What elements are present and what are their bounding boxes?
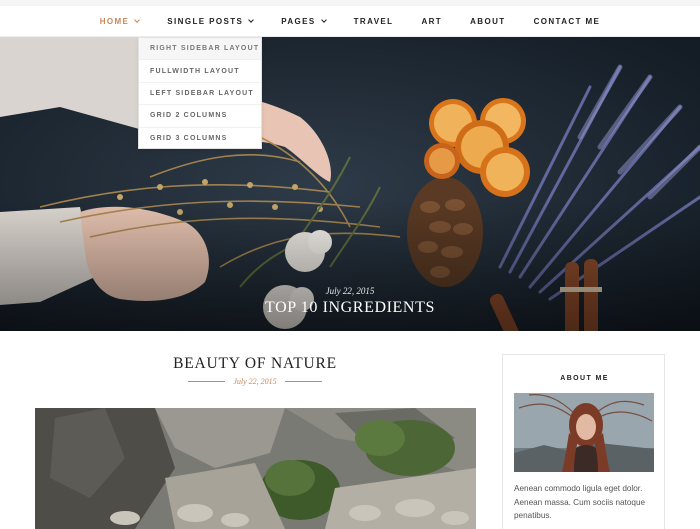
- widget-title: ABOUT ME: [560, 375, 609, 382]
- nav-item-art[interactable]: ART: [407, 17, 456, 26]
- main-menu: HOME SINGLE POSTS PAGES TRAVEL ART ABOUT…: [0, 6, 700, 37]
- nav-item-travel[interactable]: TRAVEL: [340, 17, 408, 26]
- nav-label: PAGES: [281, 17, 316, 26]
- chevron-down-icon: [248, 17, 255, 23]
- dropdown-item-left-sidebar-layout[interactable]: LEFT SIDEBAR LAYOUT: [139, 83, 261, 106]
- about-me-widget: ABOUT ME Aenean commodo ligula eget dolo…: [502, 354, 665, 529]
- nav-item-pages[interactable]: PAGES: [267, 17, 339, 26]
- nav-label: ABOUT: [470, 17, 506, 26]
- nav-label: SINGLE POSTS: [167, 17, 244, 26]
- post-date: July 22, 2015: [233, 377, 277, 386]
- nav-label: HOME: [99, 17, 130, 26]
- rocky-landscape-image: [35, 408, 476, 529]
- top-navigation-bar: HOME SINGLE POSTS PAGES TRAVEL ART ABOUT…: [0, 0, 700, 37]
- divider: [284, 381, 322, 382]
- hero-date: July 22, 2015: [325, 286, 375, 296]
- dropdown-item-fullwidth-layout[interactable]: FULLWIDTH LAYOUT: [139, 60, 261, 83]
- chevron-down-icon: [134, 17, 141, 23]
- nav-item-home[interactable]: HOME: [86, 17, 154, 26]
- nav-item-contact-me[interactable]: CONTACT ME: [520, 17, 615, 26]
- dropdown-item-right-sidebar-layout[interactable]: RIGHT SIDEBAR LAYOUT: [139, 38, 261, 61]
- post-featured-image[interactable]: [35, 408, 476, 529]
- nav-item-about[interactable]: ABOUT: [456, 17, 519, 26]
- nav-item-single-posts[interactable]: SINGLE POSTS: [153, 17, 267, 26]
- chevron-down-icon: [320, 17, 327, 23]
- hero-slider[interactable]: July 22, 2015 TOP 10 INGREDIENTS: [0, 37, 700, 331]
- post-meta: July 22, 2015: [35, 377, 475, 386]
- portrait-image: [514, 393, 654, 472]
- post-title[interactable]: BEAUTY OF NATURE: [35, 355, 475, 373]
- about-me-text: Aenean commodo ligula eget dolor. Aenean…: [514, 484, 646, 520]
- dropdown-item-grid-2-columns[interactable]: GRID 2 COLUMNS: [139, 105, 261, 128]
- divider: [188, 381, 226, 382]
- nav-label: TRAVEL: [353, 17, 394, 26]
- home-dropdown-menu: RIGHT SIDEBAR LAYOUT FULLWIDTH LAYOUT LE…: [138, 37, 262, 149]
- nav-label: ART: [421, 17, 443, 26]
- dropdown-item-grid-3-columns[interactable]: GRID 3 COLUMNS: [139, 128, 261, 150]
- about-me-photo: [514, 393, 654, 472]
- hero-title[interactable]: TOP 10 INGREDIENTS: [0, 299, 700, 317]
- nav-label: CONTACT ME: [533, 17, 601, 26]
